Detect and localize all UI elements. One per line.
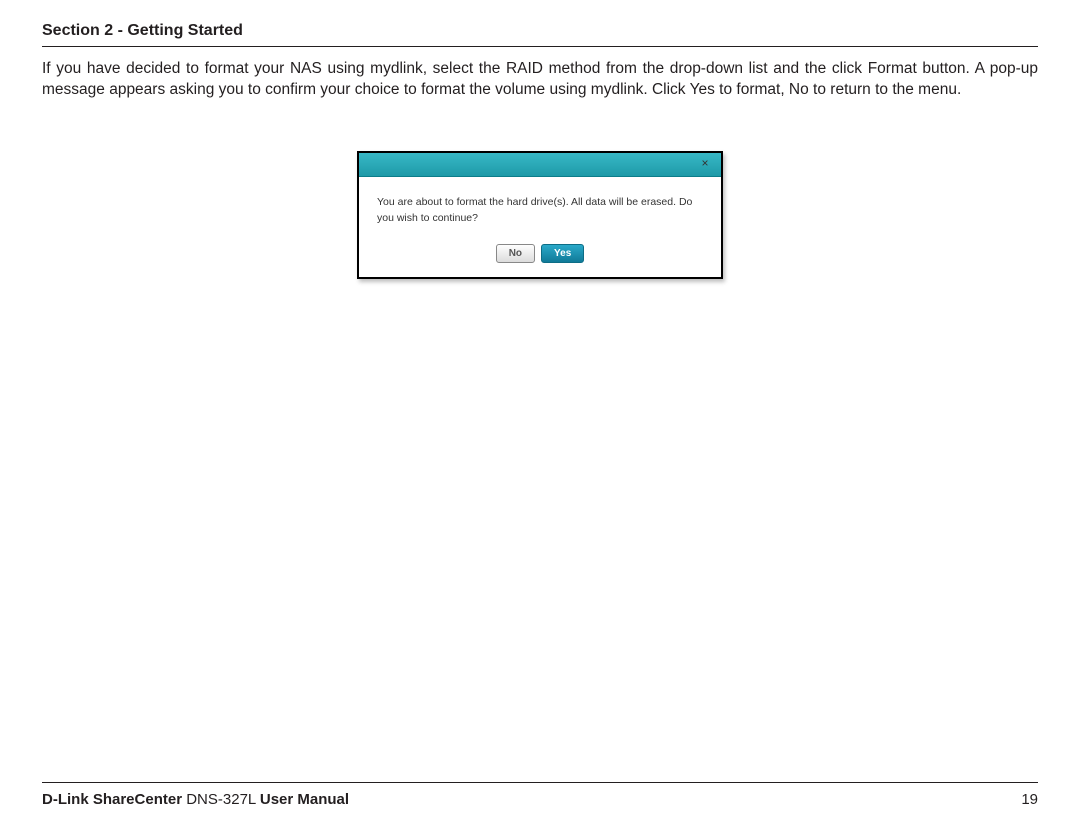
no-button[interactable]: No <box>496 244 535 263</box>
close-icon[interactable]: × <box>695 156 715 172</box>
dialog-titlebar: × <box>359 153 721 177</box>
page-footer: D-Link ShareCenter DNS-327L User Manual … <box>42 782 1038 808</box>
footer-brand: D-Link ShareCenter <box>42 791 182 808</box>
footer-manual-label: User Manual <box>260 791 349 808</box>
dialog-screenshot-wrap: × You are about to format the hard drive… <box>42 151 1038 280</box>
dialog-message: You are about to format the hard drive(s… <box>359 177 721 241</box>
footer-model: DNS-327L <box>182 791 260 808</box>
dialog-button-row: No Yes <box>359 240 721 277</box>
yes-button[interactable]: Yes <box>541 244 584 263</box>
instruction-paragraph: If you have decided to format your NAS u… <box>42 59 1038 101</box>
footer-title: D-Link ShareCenter DNS-327L User Manual <box>42 791 349 808</box>
page-number: 19 <box>1021 791 1038 808</box>
confirm-dialog: × You are about to format the hard drive… <box>357 151 723 280</box>
manual-page: Section 2 - Getting Started If you have … <box>0 0 1080 834</box>
section-heading: Section 2 - Getting Started <box>42 22 1038 47</box>
